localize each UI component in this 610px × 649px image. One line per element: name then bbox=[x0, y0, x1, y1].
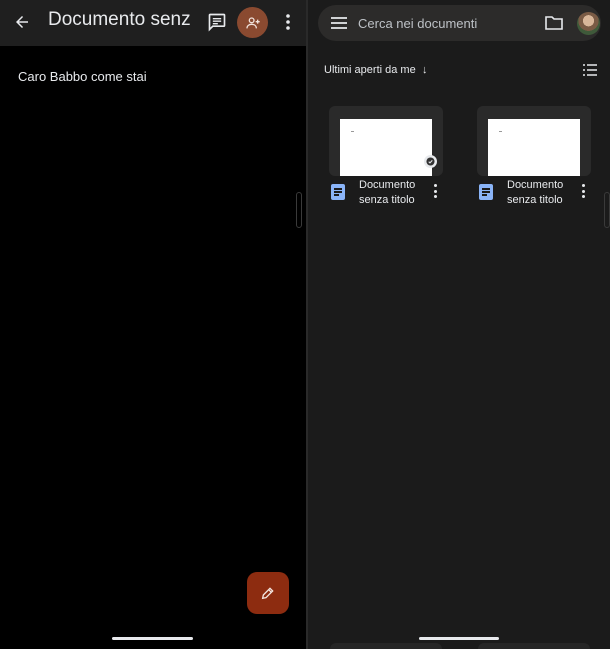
offline-check-icon bbox=[424, 155, 437, 168]
edit-fab-button[interactable] bbox=[247, 572, 289, 614]
more-vert-icon[interactable] bbox=[279, 9, 297, 35]
bottom-sheet-edge bbox=[330, 643, 442, 649]
edit-pencil-icon bbox=[261, 587, 274, 600]
menu-icon[interactable] bbox=[330, 14, 348, 32]
file-thumbnail[interactable] bbox=[329, 106, 443, 176]
docs-home-pane: Ultimi aperti da me ↓ Documento senza ti… bbox=[308, 0, 610, 649]
editor-pane: Documento senza titolo Caro Babbo come s… bbox=[0, 0, 306, 649]
folder-icon[interactable] bbox=[544, 14, 564, 32]
sort-direction-icon[interactable]: ↓ bbox=[422, 64, 428, 76]
editor-top-bar: Documento senza titolo bbox=[0, 0, 306, 46]
more-vert-icon[interactable] bbox=[432, 184, 438, 198]
file-name[interactable]: Documento senza titolo bbox=[359, 178, 423, 208]
back-arrow-icon[interactable] bbox=[8, 8, 36, 36]
document-body-text[interactable]: Caro Babbo come stai bbox=[18, 69, 147, 84]
add-person-icon bbox=[245, 16, 260, 28]
more-vert-icon[interactable] bbox=[580, 184, 586, 198]
page-preview bbox=[340, 119, 432, 176]
file-thumbnail[interactable] bbox=[477, 106, 591, 176]
avatar[interactable] bbox=[577, 12, 600, 35]
search-bar[interactable] bbox=[318, 5, 601, 41]
share-button[interactable] bbox=[237, 7, 268, 38]
split-handle-left[interactable] bbox=[296, 192, 302, 228]
page-preview bbox=[488, 119, 580, 176]
bottom-sheet-edge bbox=[478, 643, 590, 649]
comment-icon[interactable] bbox=[204, 9, 230, 35]
document-title[interactable]: Documento senza titolo bbox=[48, 9, 190, 31]
sort-label[interactable]: Ultimi aperti da me bbox=[324, 64, 416, 76]
preview-text-mark bbox=[351, 131, 354, 132]
file-name[interactable]: Documento senza titolo bbox=[507, 178, 571, 208]
preview-text-mark bbox=[499, 131, 502, 132]
split-handle-right[interactable] bbox=[604, 192, 610, 228]
gesture-nav-bar bbox=[419, 637, 499, 640]
docs-file-icon bbox=[331, 184, 345, 200]
docs-file-icon bbox=[479, 184, 493, 200]
list-view-icon[interactable] bbox=[582, 63, 598, 77]
search-input[interactable] bbox=[358, 12, 518, 34]
gesture-nav-bar bbox=[112, 637, 193, 640]
